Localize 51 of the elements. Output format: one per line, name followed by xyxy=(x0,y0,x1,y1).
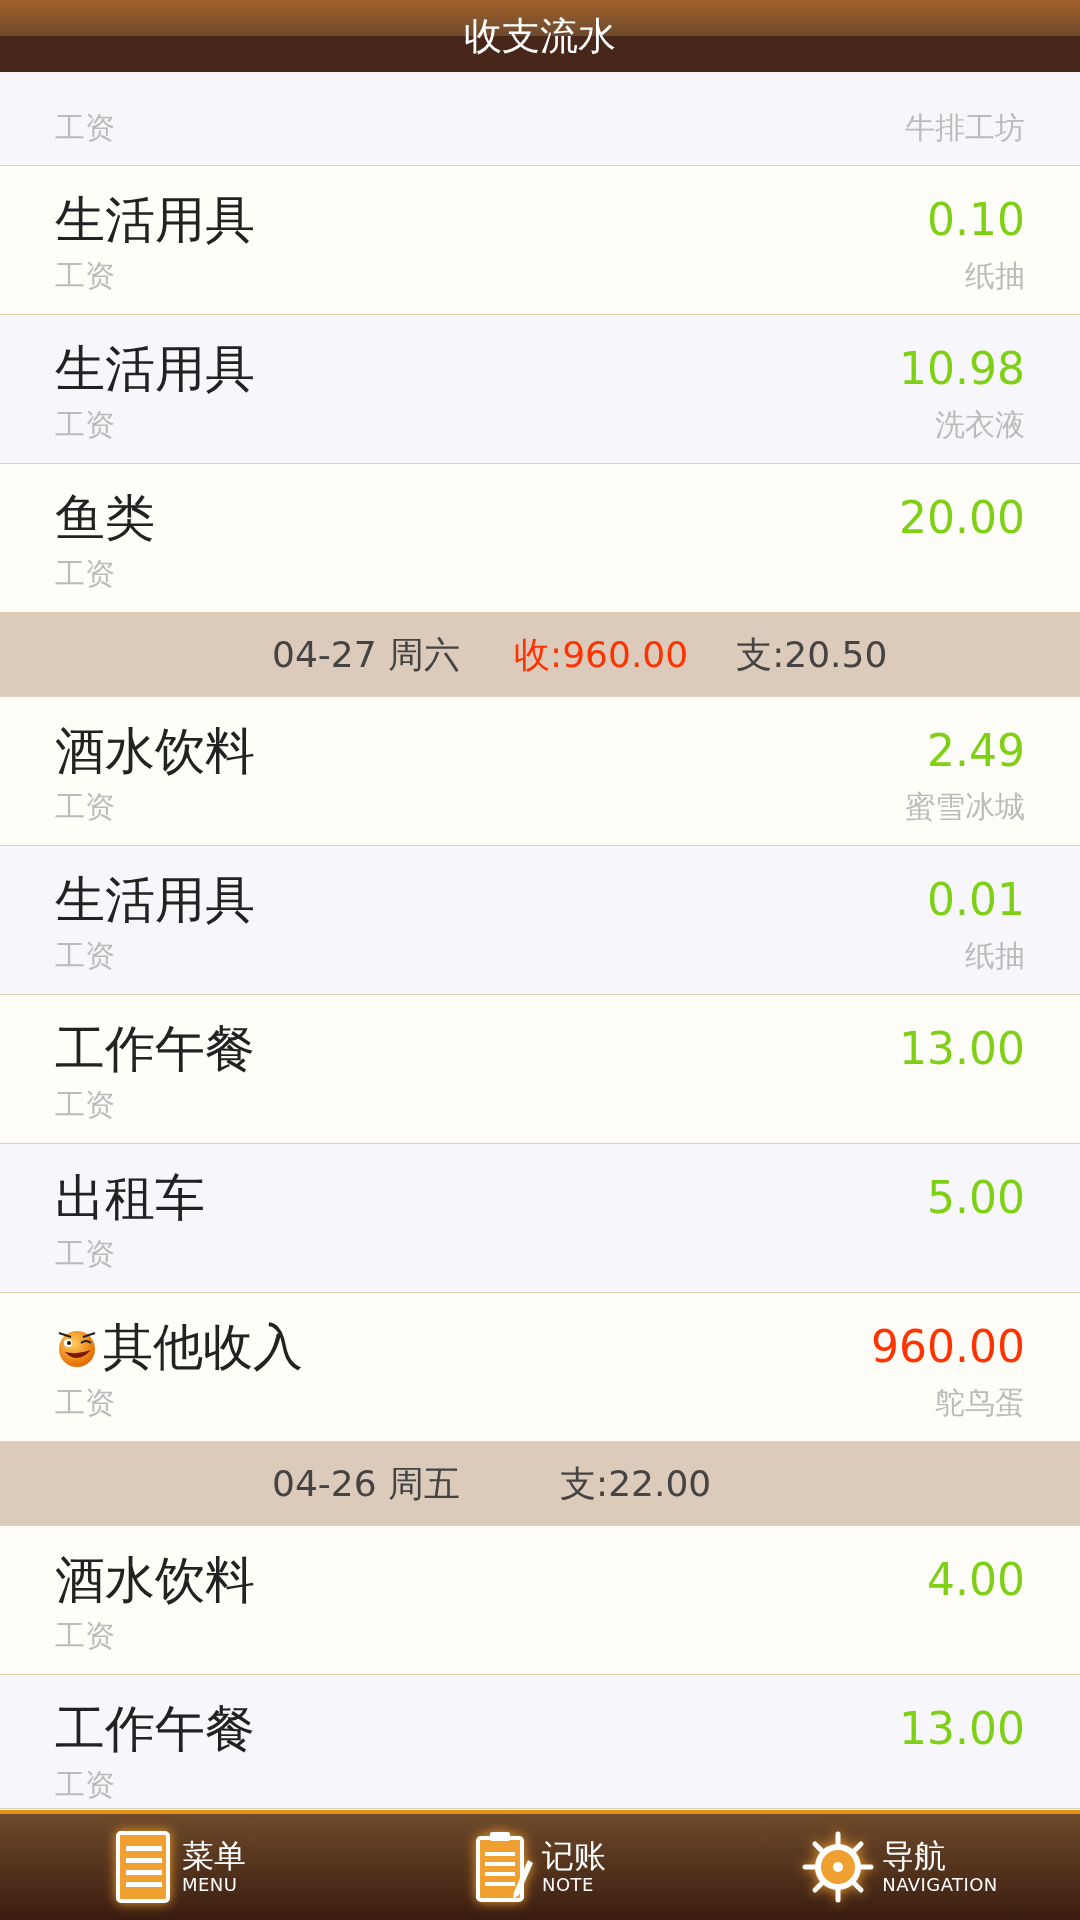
amount-label: 13.00 xyxy=(899,1022,1025,1076)
amount-label: 2.49 xyxy=(927,724,1025,778)
tab-button[interactable]: 导航 NAVIGATION xyxy=(720,1814,1080,1920)
amount-label: 960.00 xyxy=(871,1320,1025,1374)
note-label: 蜜雪冰城 xyxy=(905,788,1025,826)
note-label: 纸抽 xyxy=(965,257,1025,295)
category-label: 生活用具 xyxy=(55,341,255,397)
account-label: 工资 xyxy=(55,555,115,593)
income-total: 收:960.00 xyxy=(514,632,689,677)
account-label: 工资 xyxy=(55,788,115,826)
category-label: 酒水饮料 xyxy=(55,1552,255,1608)
transaction-row[interactable]: 生活用具 0.01 工资 纸抽 xyxy=(0,846,1080,995)
category-label: 生活用具 xyxy=(55,872,255,928)
account-label: 工资 xyxy=(55,1617,115,1655)
category-label: 其他收入 xyxy=(103,1319,303,1375)
note-label: 牛排工坊 xyxy=(905,109,1025,147)
amount-label: 5.00 xyxy=(927,1171,1025,1225)
category-label: 工作午餐 xyxy=(55,1701,255,1757)
category-label: 酒水饮料 xyxy=(55,723,255,779)
amount-label: 20.00 xyxy=(899,491,1025,545)
account-label: 工资 xyxy=(55,406,115,444)
transaction-row[interactable]: 生活用具 10.98 工资 洗衣液 xyxy=(0,315,1080,464)
category-label: 工作午餐 xyxy=(55,1021,255,1077)
amount-label: 0.01 xyxy=(927,873,1025,927)
note-label: 洗衣液 xyxy=(935,406,1025,444)
expense-total: 支:20.50 xyxy=(736,632,888,677)
account-label: 工资 xyxy=(55,937,115,975)
account-label: 工资 xyxy=(55,1235,115,1273)
amount-label: 4.00 xyxy=(927,1553,1025,1607)
tab-button[interactable]: 菜单 MENU xyxy=(0,1814,360,1920)
date-label: 04-26 周五 xyxy=(272,1461,461,1506)
note-label: 纸抽 xyxy=(965,937,1025,975)
transaction-row[interactable]: 工作午餐 13.00 工资 xyxy=(0,1675,1080,1809)
amount-label: 10.98 xyxy=(899,342,1025,396)
account-label: 工资 xyxy=(55,1384,115,1422)
account-label: 工资 xyxy=(55,257,115,295)
window-title: 收支流水 xyxy=(464,12,616,60)
note-label: 鸵鸟蛋 xyxy=(935,1384,1025,1422)
date-label: 04-27 周六 xyxy=(272,632,461,677)
clipboard-pencil-icon xyxy=(474,1830,534,1904)
expense-total: 支:22.00 xyxy=(560,1461,712,1506)
amount-label: 0.10 xyxy=(927,193,1025,247)
account-label: 工资 xyxy=(55,1086,115,1124)
tab-button[interactable]: 记账 NOTE xyxy=(360,1814,720,1920)
amount-label: 13.00 xyxy=(899,1702,1025,1756)
category-label: 鱼类 xyxy=(55,490,155,546)
category-label: 出租车 xyxy=(55,1170,205,1226)
category-label: 生活用具 xyxy=(55,192,255,248)
account-label: 工资 xyxy=(55,1766,115,1804)
account-label: 工资 xyxy=(55,109,115,147)
transaction-row[interactable]: 出租车 5.00 工资 xyxy=(0,1144,1080,1293)
